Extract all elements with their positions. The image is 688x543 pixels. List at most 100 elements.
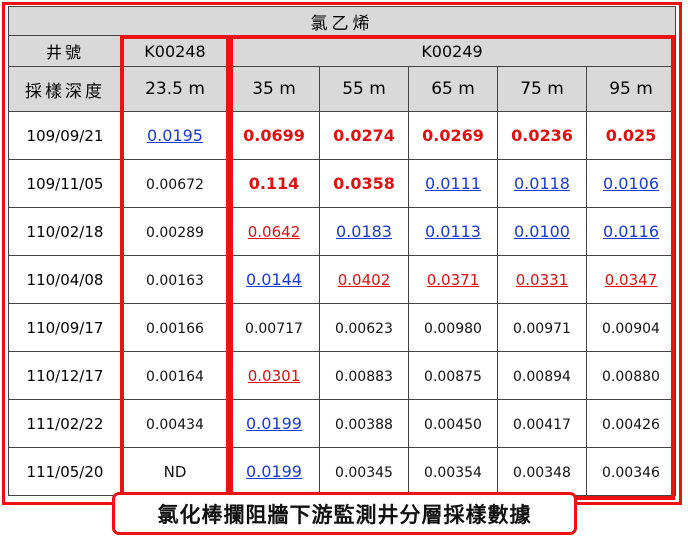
concentration-cell: 0.0269: [408, 111, 498, 160]
concentration-cell: 0.00672: [121, 159, 229, 208]
sample-date: 110/09/17: [8, 303, 122, 352]
concentration-cell: 0.00434: [121, 399, 229, 448]
concentration-cell: 0.0100: [497, 207, 587, 256]
concentration-cell: 0.0358: [319, 159, 409, 208]
concentration-value: 0.0699: [243, 126, 305, 145]
concentration-value: 0.0195: [147, 126, 203, 145]
concentration-value: 0.00672: [146, 176, 204, 193]
concentration-value: 0.0111: [425, 174, 481, 193]
concentration-cell: 0.00875: [408, 351, 498, 400]
concentration-cell: 0.00166: [121, 303, 229, 352]
depth-header: 95 m: [585, 66, 677, 112]
concentration-cell: 0.0113: [408, 207, 498, 256]
concentration-cell: 0.0118: [497, 159, 587, 208]
concentration-cell: 0.0331: [497, 255, 587, 304]
concentration-value: 0.0402: [337, 270, 391, 289]
concentration-value: 0.00434: [146, 416, 204, 433]
depth-header: 65 m: [408, 66, 498, 112]
concentration-cell: 0.00346: [585, 447, 677, 496]
concentration-value: 0.00348: [513, 464, 571, 481]
concentration-cell: 0.0116: [585, 207, 677, 256]
concentration-value: 0.00623: [335, 320, 393, 337]
concentration-cell: 0.0642: [228, 207, 320, 256]
depth-header: 23.5 m: [121, 66, 229, 112]
depth-header: 35 m: [228, 66, 320, 112]
concentration-value: 0.00883: [335, 368, 393, 385]
concentration-cell: 0.00971: [497, 303, 587, 352]
concentration-value: 0.114: [248, 174, 300, 193]
concentration-value: 0.00163: [146, 272, 204, 289]
well-id-k00248: K00248: [121, 35, 229, 67]
concentration-value: 0.0347: [604, 270, 658, 289]
concentration-value: 0.0113: [425, 222, 481, 241]
concentration-value: 0.0199: [246, 462, 302, 481]
concentration-value: 0.00980: [424, 320, 482, 337]
concentration-value: 0.00164: [146, 368, 204, 385]
table-row: 110/09/17 0.00166 0.00717 0.00623 0.00980 0.0…: [8, 303, 677, 352]
concentration-cell: 0.00450: [408, 399, 498, 448]
concentration-value: 0.00166: [146, 320, 204, 337]
concentration-cell: 0.00883: [319, 351, 409, 400]
table-row: 110/12/17 0.00164 0.0301 0.00883 0.00875 0.00…: [8, 351, 677, 400]
concentration-cell: 0.00289: [121, 207, 229, 256]
concentration-cell: 0.00426: [585, 399, 677, 448]
sample-date: 111/02/22: [8, 399, 122, 448]
concentration-cell: 0.00163: [121, 255, 229, 304]
concentration-cell: 0.0199: [228, 447, 320, 496]
concentration-cell: 0.025: [585, 111, 677, 160]
sample-date: 109/11/05: [8, 159, 122, 208]
concentration-value: 0.00450: [424, 416, 482, 433]
concentration-cell: 0.00345: [319, 447, 409, 496]
table-row: 110/02/18 0.00289 0.0642 0.0183 0.0113 0.0100…: [8, 207, 677, 256]
concentration-value: 0.0144: [246, 270, 302, 289]
concentration-value: 0.0118: [514, 174, 570, 193]
concentration-value: 0.0358: [333, 174, 395, 193]
concentration-cell: 0.0195: [121, 111, 229, 160]
concentration-value: 0.00717: [245, 320, 303, 337]
concentration-value: ND: [163, 462, 187, 481]
concentration-value: 0.0371: [426, 270, 480, 289]
concentration-value: 0.00426: [602, 416, 660, 433]
concentration-value: 0.00894: [513, 368, 571, 385]
concentration-cell: 0.0111: [408, 159, 498, 208]
concentration-cell: 0.114: [228, 159, 320, 208]
concentration-cell: 0.0301: [228, 351, 320, 400]
concentration-cell: 0.0144: [228, 255, 320, 304]
table-row: 109/09/21 0.0195 0.0699 0.0274 0.0269 0.0236 0…: [8, 111, 677, 160]
concentration-cell: 0.0699: [228, 111, 320, 160]
concentration-value: 0.0301: [247, 366, 301, 385]
concentration-cell: 0.00904: [585, 303, 677, 352]
caption-box: 氯化棒攔阻牆下游監測井分層採樣數據: [112, 492, 577, 535]
concentration-value: 0.0183: [336, 222, 392, 241]
concentration-value: 0.0331: [515, 270, 569, 289]
concentration-cell: 0.00348: [497, 447, 587, 496]
depth-label: 採樣深度: [8, 66, 122, 112]
table-row: 110/04/08 0.00163 0.0144 0.0402 0.0371 0.0331…: [8, 255, 677, 304]
concentration-value: 0.0116: [603, 222, 659, 241]
concentration-cell: 0.00880: [585, 351, 677, 400]
concentration-cell: 0.0183: [319, 207, 409, 256]
depth-header: 55 m: [319, 66, 409, 112]
concentration-cell: 0.00980: [408, 303, 498, 352]
concentration-cell: 0.0371: [408, 255, 498, 304]
concentration-value: 0.00875: [424, 368, 482, 385]
concentration-value: 0.00971: [513, 320, 571, 337]
concentration-value: 0.00346: [602, 464, 660, 481]
concentration-cell: 0.0199: [228, 399, 320, 448]
sample-date: 110/12/17: [8, 351, 122, 400]
concentration-value: 0.00880: [602, 368, 660, 385]
concentration-value: 0.00388: [335, 416, 393, 433]
concentration-cell: 0.00417: [497, 399, 587, 448]
concentration-value: 0.00354: [424, 464, 482, 481]
concentration-cell: 0.0106: [585, 159, 677, 208]
concentration-value: 0.0236: [511, 126, 573, 145]
concentration-value: 0.0106: [603, 174, 659, 193]
concentration-cell: 0.00894: [497, 351, 587, 400]
depth-header: 75 m: [497, 66, 587, 112]
concentration-value: 0.0269: [422, 126, 484, 145]
data-table: 氯乙烯 井號 K00248 K00249 採樣深度 23.5 m 35 m 55…: [7, 6, 677, 496]
concentration-value: 0.025: [605, 126, 657, 145]
concentration-value: 0.0642: [247, 222, 301, 241]
concentration-value: 0.00417: [513, 416, 571, 433]
table-row: 111/02/22 0.00434 0.0199 0.00388 0.00450 0.00…: [8, 399, 677, 448]
